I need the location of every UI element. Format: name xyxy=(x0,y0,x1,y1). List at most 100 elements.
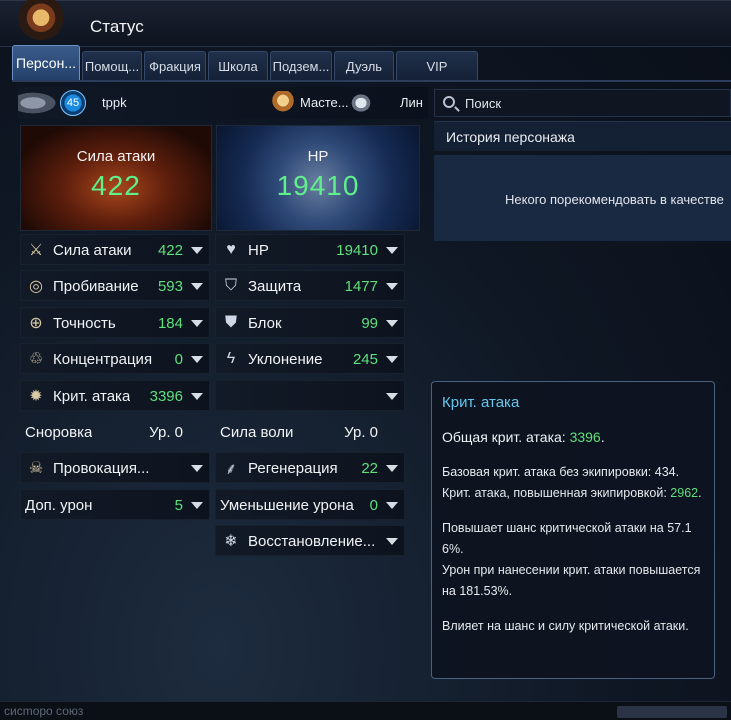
tooltip-total: Общая крит. атака: 3396. xyxy=(442,427,704,448)
stat-label: Сила воли xyxy=(220,424,294,441)
attack-power-label: Сила атаки xyxy=(76,148,156,165)
stat-concentration[interactable]: ♲ Концентрация 0 xyxy=(20,343,210,374)
stat-accuracy[interactable]: ⊕ Точность 184 xyxy=(20,307,210,338)
hp-panel: HP 19410 xyxy=(216,125,420,231)
chevron-down-icon[interactable] xyxy=(191,247,203,254)
history-empty-text: Некого порекомендовать в качестве xyxy=(505,192,724,207)
level-badge: 45 xyxy=(60,90,86,116)
search-placeholder: Поиск xyxy=(465,96,502,111)
stat-block[interactable]: ⛊ Блок 99 xyxy=(215,307,405,338)
tooltip-total-suffix: . xyxy=(600,429,605,445)
stat-piercing[interactable]: ◎ Пробивание 593 xyxy=(20,270,210,301)
chevron-down-icon[interactable] xyxy=(386,538,398,545)
stat-regeneration[interactable]: ⸙ Регенерация 22 xyxy=(215,452,405,483)
stat-label: Концентрация xyxy=(53,351,153,368)
lightning-icon: ϟ xyxy=(226,350,236,367)
stat-willpower: Сила воли Ур. 0 xyxy=(215,416,385,447)
sprout-icon: ⸙ xyxy=(224,461,237,478)
tab-vip[interactable]: VIP xyxy=(396,51,478,81)
chevron-down-icon[interactable] xyxy=(386,393,398,400)
tab-dungeon[interactable]: Подзем... xyxy=(270,51,332,81)
search-input[interactable]: Поиск xyxy=(434,89,731,117)
block-shield-icon: ⛊ xyxy=(224,314,237,331)
stat-value: 19410 xyxy=(336,242,378,259)
history-header: История персонажа xyxy=(434,121,731,151)
tooltip-total-label: Общая крит. атака: xyxy=(442,429,570,445)
snowflake-icon: ❄ xyxy=(224,533,238,550)
chevron-down-icon[interactable] xyxy=(191,393,203,400)
tooltip-equip-value: 2962 xyxy=(670,486,699,500)
stat-label: Регенерация xyxy=(248,460,338,477)
stat-damage-reduction[interactable]: Уменьшение урона 0 xyxy=(215,489,405,520)
stat-value: 184 xyxy=(157,315,183,332)
bottom-ghost-text: сисmоро союз xyxy=(4,704,84,718)
stat-label: Уклонение xyxy=(248,351,323,368)
concentration-icon: ♲ xyxy=(28,351,44,368)
stat-evasion[interactable]: ϟ Уклонение 245 xyxy=(215,343,405,374)
tab-help[interactable]: Помощ... xyxy=(82,51,142,81)
chevron-down-icon[interactable] xyxy=(191,320,203,327)
tooltip-title: Крит. атака xyxy=(442,394,520,411)
title-bar: Статус xyxy=(0,0,731,47)
stat-defense[interactable]: ⛉ Защита 1477 xyxy=(215,270,405,301)
tooltip-equip-label: Крит. атака, повышенная экипировкой: xyxy=(442,486,671,500)
stat-empty[interactable] xyxy=(215,380,405,411)
stat-label: Доп. урон xyxy=(25,497,93,514)
tab-character[interactable]: Персон... xyxy=(12,45,80,81)
tab-school[interactable]: Школа xyxy=(208,51,268,81)
chevron-down-icon[interactable] xyxy=(191,356,203,363)
stat-label: Защита xyxy=(248,278,302,295)
heart-icon: ♥ xyxy=(226,241,236,258)
chevron-down-icon[interactable] xyxy=(386,283,398,290)
character-race: Лин xyxy=(400,95,423,110)
chevron-down-icon[interactable] xyxy=(386,356,398,363)
stat-label: Крит. атака xyxy=(53,388,131,405)
hp-label: HP xyxy=(307,148,329,165)
tooltip-base-line: Базовая крит. атака без экипировки: 434. xyxy=(442,465,680,479)
stat-extra-damage[interactable]: Доп. урон 5 xyxy=(20,489,210,520)
stat-value: 3396 xyxy=(149,388,183,405)
burst-icon: ✹ xyxy=(29,388,43,405)
class-icon xyxy=(270,91,296,115)
chevron-down-icon[interactable] xyxy=(191,283,203,290)
stat-label: Сноровка xyxy=(25,424,93,441)
stat-recovery[interactable]: ❄ Восстановление... xyxy=(215,525,405,556)
tooltip-chance-line: Повышает шанс критической атаки на 57.16… xyxy=(442,521,692,556)
stat-label: Уменьшение урона xyxy=(220,497,354,514)
crossed-swords-icon: ⚔ xyxy=(28,242,44,259)
stat-value: Ур. 0 xyxy=(149,424,183,441)
stat-value: 245 xyxy=(352,351,378,368)
chevron-down-icon[interactable] xyxy=(191,465,203,472)
stat-label: Блок xyxy=(248,315,282,332)
window-title: Статус xyxy=(90,17,144,36)
stat-label: HP xyxy=(248,242,269,259)
stat-provocation[interactable]: ☠ Провокация... xyxy=(20,452,210,483)
chevron-down-icon[interactable] xyxy=(191,502,203,509)
character-portrait-icon xyxy=(14,0,68,43)
stat-hp[interactable]: ♥ HP 19410 xyxy=(215,234,405,265)
chevron-down-icon[interactable] xyxy=(386,320,398,327)
tooltip-total-value: 3396 xyxy=(569,429,601,445)
stat-crit-attack[interactable]: ✹ Крит. атака 3396 xyxy=(20,380,210,411)
chevron-down-icon[interactable] xyxy=(386,502,398,509)
character-class: Масте... xyxy=(300,95,349,110)
tab-faction[interactable]: Фракция xyxy=(144,51,206,81)
tab-duel[interactable]: Дуэль xyxy=(334,51,394,81)
stat-dexterity: Сноровка Ур. 0 xyxy=(20,416,190,447)
stat-attack-power[interactable]: ⚔ Сила атаки 422 xyxy=(20,234,210,265)
bottom-button[interactable] xyxy=(617,706,727,718)
hp-value: 19410 xyxy=(276,170,360,201)
crosshair-icon: ⊕ xyxy=(29,315,43,332)
stat-label: Точность xyxy=(53,315,116,332)
stat-label: Восстановление... xyxy=(248,533,376,550)
stat-value: Ур. 0 xyxy=(344,424,378,441)
status-window: Статус Персон... Помощ... Фракция Школа … xyxy=(0,0,731,720)
attack-power-value: 422 xyxy=(91,170,141,201)
chevron-down-icon[interactable] xyxy=(386,465,398,472)
history-list: Некого порекомендовать в качестве xyxy=(434,155,731,241)
stat-value: 593 xyxy=(157,278,183,295)
tooltip-description: Влияет на шанс и силу критической атаки. xyxy=(442,619,689,633)
race-icon xyxy=(348,91,374,115)
chevron-down-icon[interactable] xyxy=(386,247,398,254)
tab-divider xyxy=(12,80,731,82)
